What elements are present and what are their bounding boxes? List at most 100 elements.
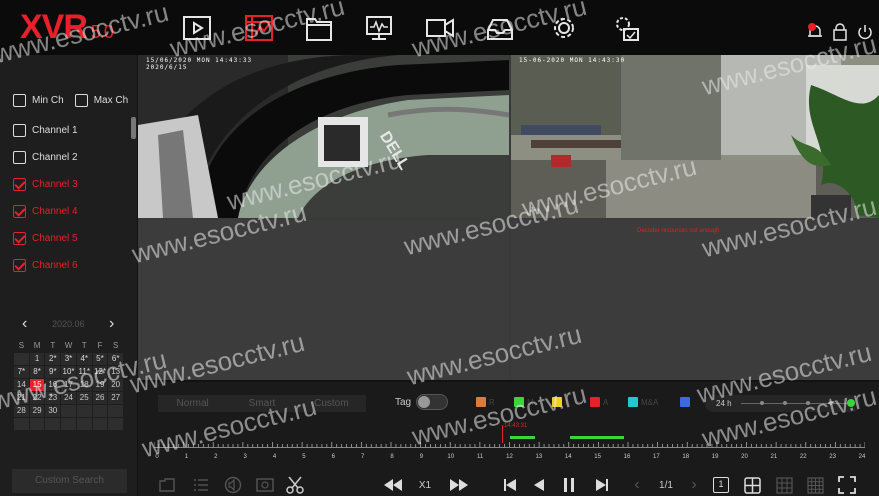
min-ch-checkbox[interactable] — [13, 94, 26, 107]
tab-normal[interactable]: Normal — [158, 395, 227, 412]
channel-item[interactable]: Channel 4 — [13, 205, 78, 218]
tab-smart[interactable]: Smart — [227, 395, 296, 412]
timeline-cursor[interactable] — [502, 425, 503, 443]
legend-item[interactable] — [680, 397, 693, 407]
calendar-day[interactable]: 7* — [14, 366, 29, 378]
calendar-day[interactable]: 14 — [14, 379, 29, 391]
calendar-day[interactable]: 24 — [61, 392, 76, 404]
calendar-day[interactable]: 3* — [61, 353, 76, 365]
calendar-day[interactable]: 1 — [29, 353, 45, 365]
channel-checkbox[interactable] — [13, 205, 26, 218]
prev-month-icon[interactable]: ‹ — [22, 315, 27, 333]
page-next-icon[interactable]: › — [686, 475, 702, 495]
channel-item[interactable]: Channel 6 — [13, 259, 78, 272]
calendar-day[interactable]: 18 — [76, 379, 92, 391]
pause-icon[interactable] — [559, 475, 579, 495]
calendar-day[interactable]: 15 — [29, 379, 45, 391]
calendar-day[interactable]: 22 — [29, 392, 45, 404]
calendar-day[interactable]: 28 — [14, 405, 29, 417]
audio-icon[interactable] — [222, 475, 244, 495]
system-info-icon[interactable] — [362, 12, 396, 44]
fullscreen-icon[interactable] — [837, 475, 857, 495]
channel-item[interactable]: Channel 3 — [13, 178, 78, 191]
list-icon[interactable] — [190, 475, 212, 495]
calendar-day[interactable]: 23 — [45, 392, 61, 404]
legend-item[interactable]: R — [476, 397, 495, 407]
channel-item[interactable]: Channel 1 — [13, 124, 78, 137]
legend-swatch[interactable] — [628, 397, 638, 407]
calendar-day[interactable]: 17 — [61, 379, 76, 391]
step-back-icon[interactable] — [529, 475, 549, 495]
channel-scrollbar[interactable] — [131, 117, 136, 139]
legend-item[interactable]: A — [590, 397, 608, 407]
playback-pane-2[interactable]: 15-06-2020 MON 14:43:30 — [511, 55, 879, 218]
channel-item[interactable]: Channel 2 — [13, 151, 78, 164]
advanced-settings-icon[interactable] — [609, 12, 643, 44]
calendar-day[interactable]: 2* — [45, 353, 61, 365]
legend-item[interactable]: M&A — [628, 397, 658, 407]
power-icon[interactable] — [855, 22, 875, 42]
split-9-icon[interactable] — [774, 475, 794, 495]
lock-icon[interactable] — [830, 22, 850, 42]
rewind-icon[interactable] — [382, 475, 404, 495]
playback-pane-3[interactable] — [138, 220, 509, 380]
record-segment[interactable] — [570, 436, 624, 439]
channel-item[interactable]: Channel 5 — [13, 232, 78, 245]
export-icon[interactable] — [156, 475, 178, 495]
split-1-icon[interactable]: 1 — [711, 475, 731, 495]
legend-swatch[interactable] — [552, 397, 562, 407]
calendar-day[interactable]: 27 — [108, 392, 124, 404]
file-manage-icon[interactable] — [302, 12, 336, 44]
split-16-icon[interactable] — [805, 475, 825, 495]
page-prev-icon[interactable]: ‹ — [629, 475, 645, 495]
alarm-bell-icon[interactable] — [805, 22, 825, 42]
calendar-day[interactable]: 8* — [29, 366, 45, 378]
legend-item[interactable]: I — [552, 397, 567, 407]
calendar-day[interactable]: 20 — [108, 379, 124, 391]
calendar-day[interactable]: 11* — [76, 366, 92, 378]
calendar-day[interactable]: 6* — [108, 353, 124, 365]
calendar-day[interactable]: 19 — [92, 379, 108, 391]
calendar-day[interactable]: 30 — [45, 405, 61, 417]
calendar-day[interactable]: 9* — [45, 366, 61, 378]
tab-custom[interactable]: Custom — [297, 395, 366, 412]
backup-icon[interactable] — [483, 12, 517, 44]
calendar-day[interactable]: 10* — [61, 366, 76, 378]
fast-forward-icon[interactable] — [448, 475, 470, 495]
record-manage-icon[interactable] — [242, 12, 276, 44]
next-month-icon[interactable]: › — [109, 315, 114, 333]
channel-checkbox[interactable] — [13, 178, 26, 191]
channel-checkbox[interactable] — [13, 232, 26, 245]
legend-swatch[interactable] — [590, 397, 600, 407]
legend-swatch[interactable] — [476, 397, 486, 407]
legend-swatch[interactable] — [680, 397, 690, 407]
split-4-icon[interactable] — [742, 475, 762, 495]
calendar-day[interactable]: 13 — [108, 366, 124, 378]
playback-pane-4[interactable]: Decoder resources not enough — [511, 220, 879, 380]
calendar-day[interactable]: 5* — [92, 353, 108, 365]
calendar-day[interactable]: 16 — [45, 379, 61, 391]
playback-icon[interactable] — [180, 12, 214, 44]
tag-toggle[interactable] — [416, 394, 448, 410]
next-file-icon[interactable] — [592, 475, 612, 495]
max-ch-checkbox[interactable] — [74, 94, 88, 107]
calendar-day[interactable]: 12* — [92, 366, 108, 378]
calendar-day[interactable]: 29 — [29, 405, 45, 417]
zoom-thumb[interactable] — [847, 399, 855, 407]
channel-checkbox[interactable] — [13, 259, 26, 272]
custom-search-button[interactable]: Custom Search — [12, 469, 127, 493]
channel-checkbox[interactable] — [13, 124, 26, 137]
playback-pane-1[interactable]: DELL 15/06/2020 MON 14:43:33 2020/6/15 — [138, 55, 509, 218]
calendar-day[interactable]: 21 — [14, 392, 29, 404]
legend-item[interactable]: M — [514, 397, 534, 407]
calendar-day[interactable]: 25 — [76, 392, 92, 404]
calendar-day[interactable]: 4* — [76, 353, 92, 365]
channel-checkbox[interactable] — [13, 151, 26, 164]
settings-gear-icon[interactable] — [547, 12, 581, 44]
clip-scissors-icon[interactable] — [284, 475, 306, 495]
timeline[interactable]: 14:43:31 0 1 2 3 4 5 6 7 8 9 10 11 12 13 14 15 16 17 18 19 2… — [154, 423, 865, 469]
camera-icon[interactable] — [423, 12, 457, 44]
legend-swatch[interactable] — [514, 397, 524, 407]
calendar-day[interactable]: 26 — [92, 392, 108, 404]
snapshot-icon[interactable] — [254, 475, 276, 495]
